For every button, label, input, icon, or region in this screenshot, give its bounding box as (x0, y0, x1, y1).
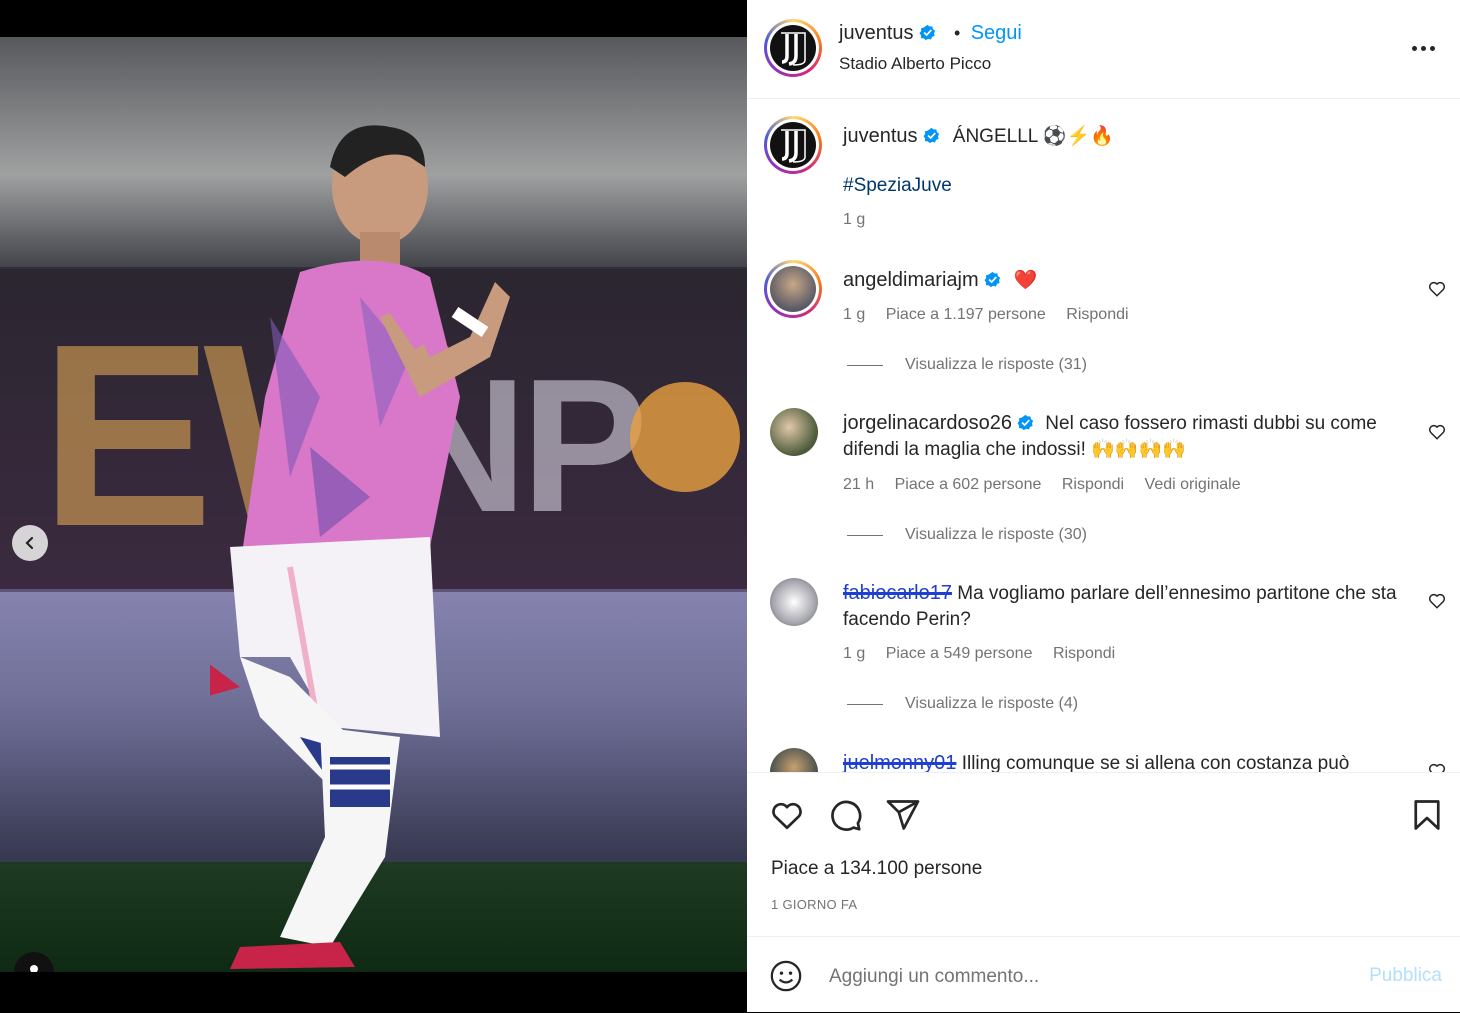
comment-item: fabiocarlo17 Ma vogliamo parlare dell’en… (843, 580, 1403, 633)
post-header: juventus • Segui Stadio Alberto Picco (747, 0, 1460, 99)
reply-button[interactable]: Rispondi (1053, 645, 1115, 662)
comment-username[interactable]: angeldimariajm (843, 269, 979, 291)
comment-likes[interactable]: Piace a 1.197 persone (886, 306, 1046, 323)
post-sidebar: juventus • Segui Stadio Alberto Picco ju… (747, 0, 1460, 1012)
comment-heart-icon[interactable] (1428, 423, 1446, 441)
previous-slide-button[interactable] (12, 525, 48, 561)
separator-dot: • (953, 23, 961, 43)
view-replies-button[interactable]: Visualizza le risposte (30) (847, 526, 1087, 544)
juventus-logo-icon (781, 129, 806, 163)
replies-line (847, 364, 883, 366)
comment-time: 1 g (843, 306, 866, 323)
post-timestamp[interactable]: 1 GIORNO FA (771, 897, 857, 912)
comment-text: Illing comunque se si allena con costanz… (961, 753, 1350, 772)
photo-ad-logo (630, 382, 740, 492)
comment-username[interactable]: juelmonny01 (843, 752, 956, 772)
comment-text: ❤️ (1013, 270, 1038, 291)
comment-meta: 1 g Piace a 549 persone Rispondi (843, 645, 1131, 663)
publish-button[interactable]: Pubblica (1369, 965, 1442, 987)
view-replies-label[interactable]: Visualizza le risposte (4) (905, 695, 1078, 713)
comment-composer: Pubblica (747, 936, 1460, 1013)
replies-line (847, 703, 883, 705)
comment-likes[interactable]: Piace a 602 persone (895, 476, 1042, 493)
verified-badge-icon (1017, 414, 1034, 431)
juventus-logo-icon (781, 32, 806, 66)
more-options-icon[interactable] (1408, 34, 1438, 62)
comment-time: 21 h (843, 476, 875, 493)
comment-meta: 1 g Piace a 1.197 persone Rispondi (843, 306, 1145, 324)
comment-item: angeldimariajm ❤️ (843, 267, 1038, 294)
reply-button[interactable]: Rispondi (1066, 306, 1128, 323)
emoji-icon[interactable] (769, 959, 803, 993)
see-original-button[interactable]: Vedi originale (1145, 476, 1241, 493)
post-location[interactable]: Stadio Alberto Picco (839, 54, 991, 74)
view-replies-label[interactable]: Visualizza le risposte (30) (905, 526, 1087, 544)
post-actions: Piace a 134.100 persone 1 GIORNO FA (747, 772, 1460, 937)
comment-item: juelmonny01 Illing comunque se si allena… (843, 750, 1403, 772)
caption-username[interactable]: juventus (843, 125, 918, 147)
verified-badge-icon (919, 24, 935, 41)
comment-username[interactable]: jorgelinacardoso26 (843, 412, 1012, 434)
comment-avatar[interactable] (770, 408, 818, 456)
author-username[interactable]: juventus (839, 22, 914, 44)
comment-heart-icon[interactable] (1428, 280, 1446, 298)
verified-badge-icon (923, 127, 939, 144)
comment-icon[interactable] (827, 797, 863, 833)
caption-time: 1 g (843, 211, 866, 228)
view-replies-button[interactable]: Visualizza le risposte (4) (847, 695, 1078, 713)
post-photo[interactable]: EW NP (0, 37, 747, 972)
comment-avatar[interactable] (770, 748, 818, 772)
comments-section[interactable]: juventus ÁNGELLL ⚽⚡🔥 #SpeziaJuve 1 g ang… (747, 99, 1460, 772)
caption-avatar[interactable] (764, 116, 822, 174)
view-replies-label[interactable]: Visualizza le risposte (31) (905, 356, 1087, 374)
comment-item: jorgelinacardoso26 Nel caso fossero rima… (843, 410, 1403, 463)
post-likes-count[interactable]: Piace a 134.100 persone (771, 858, 982, 880)
comment-meta: 21 h Piace a 602 persone Rispondi Vedi o… (843, 476, 1257, 494)
comment-input[interactable] (827, 957, 1331, 997)
send-icon[interactable] (885, 797, 921, 833)
follow-button[interactable]: Segui (971, 22, 1022, 44)
view-replies-button[interactable]: Visualizza le risposte (31) (847, 356, 1087, 374)
comment-likes[interactable]: Piace a 549 persone (886, 645, 1033, 662)
comment-username[interactable]: fabiocarlo17 (843, 582, 952, 604)
caption-text: ÁNGELLL ⚽⚡🔥 (952, 126, 1114, 147)
replies-line (847, 534, 883, 536)
comment-heart-icon[interactable] (1428, 592, 1446, 610)
caption-hashtag[interactable]: #SpeziaJuve (843, 175, 952, 197)
user-tag-icon (30, 965, 38, 972)
player-figure (210, 125, 510, 969)
comment-heart-icon[interactable] (1428, 762, 1446, 772)
reply-button[interactable]: Rispondi (1062, 476, 1124, 493)
post-media: EW NP (0, 0, 747, 1012)
bookmark-icon[interactable] (1409, 797, 1445, 833)
comment-avatar[interactable] (764, 260, 822, 318)
comment-avatar[interactable] (770, 578, 818, 626)
chevron-left-icon (25, 536, 34, 550)
heart-icon[interactable] (769, 797, 805, 833)
verified-badge-icon (984, 271, 1000, 288)
author-avatar[interactable] (764, 19, 822, 77)
comment-time: 1 g (843, 645, 866, 662)
